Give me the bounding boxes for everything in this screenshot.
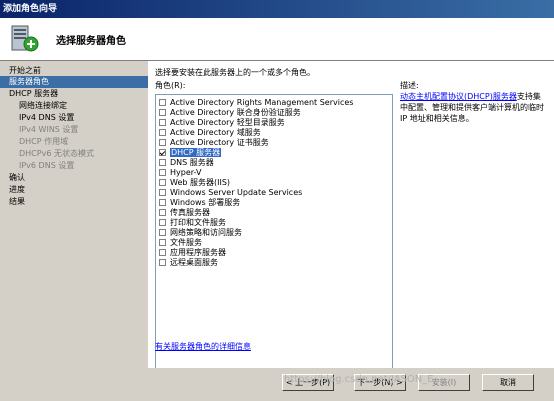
role-item[interactable]: 文件服务 bbox=[159, 238, 202, 248]
role-checkbox[interactable] bbox=[159, 209, 166, 216]
role-item[interactable]: Active Directory Rights Management Servi… bbox=[159, 98, 353, 108]
nav-step-server-roles[interactable]: 服务器角色 bbox=[0, 76, 155, 88]
role-checkbox[interactable] bbox=[159, 129, 166, 136]
wizard-header: 选择服务器角色 bbox=[0, 18, 554, 61]
role-item[interactable]: Windows 部署服务 bbox=[159, 198, 240, 208]
more-info-link[interactable]: 有关服务器角色的详细信息 bbox=[155, 341, 251, 352]
main-content: 选择要安装在此服务器上的一个或多个角色。 角色(R): Active Direc… bbox=[148, 61, 554, 401]
nav-step-dhcp-scopes: DHCP 作用域 bbox=[19, 137, 69, 146]
page-title: 选择服务器角色 bbox=[56, 36, 126, 47]
instruction-text: 选择要安装在此服务器上的一个或多个角色。 bbox=[155, 68, 315, 77]
role-item[interactable]: 打印和文件服务 bbox=[159, 218, 226, 228]
role-item[interactable]: Active Directory 轻型目录服务 bbox=[159, 118, 285, 128]
role-checkbox-checked[interactable] bbox=[159, 149, 166, 156]
nav-step-confirmation[interactable]: 确认 bbox=[0, 172, 155, 184]
server-roles-icon bbox=[11, 25, 39, 52]
role-item[interactable]: Web 服务器(IIS) bbox=[159, 178, 230, 188]
role-item[interactable]: Active Directory 域服务 bbox=[159, 128, 261, 138]
wizard-steps-sidebar: 开始之前 服务器角色 DHCP 服务器 网络连接绑定 IPv4 DNS 设置 I… bbox=[0, 61, 155, 401]
role-checkbox[interactable] bbox=[159, 159, 166, 166]
role-checkbox[interactable] bbox=[159, 239, 166, 246]
nav-step-progress[interactable]: 进度 bbox=[0, 184, 155, 196]
role-item[interactable]: Active Directory 证书服务 bbox=[159, 138, 269, 148]
role-checkbox[interactable] bbox=[159, 249, 166, 256]
roles-label: 角色(R): bbox=[155, 81, 186, 90]
role-item[interactable]: Hyper-V bbox=[159, 168, 201, 178]
description-label: 描述: bbox=[400, 81, 419, 90]
role-checkbox[interactable] bbox=[159, 219, 166, 226]
window-title: 添加角色向导 bbox=[3, 4, 58, 14]
cancel-button[interactable]: 取消 bbox=[482, 374, 534, 391]
nav-step-dhcpv6-stateless: DHCPv6 无状态模式 bbox=[19, 149, 94, 158]
role-item[interactable]: 远程桌面服务 bbox=[159, 258, 218, 268]
role-item[interactable]: 网络策略和访问服务 bbox=[159, 228, 242, 238]
nav-step-ipv4-wins: IPv4 WINS 设置 bbox=[19, 125, 79, 134]
role-checkbox[interactable] bbox=[159, 119, 166, 126]
nav-step-network-bindings[interactable]: 网络连接绑定 bbox=[0, 100, 165, 112]
role-item[interactable]: 应用程序服务器 bbox=[159, 248, 226, 258]
role-item[interactable]: Windows Server Update Services bbox=[159, 188, 302, 198]
role-checkbox[interactable] bbox=[159, 259, 166, 266]
nav-step-results[interactable]: 结果 bbox=[0, 196, 155, 208]
nav-step-ipv6-dns: IPv6 DNS 设置 bbox=[19, 161, 75, 170]
role-checkbox[interactable] bbox=[159, 189, 166, 196]
role-checkbox[interactable] bbox=[159, 179, 166, 186]
role-item[interactable]: Active Directory 联合身份验证服务 bbox=[159, 108, 301, 118]
role-checkbox[interactable] bbox=[159, 199, 166, 206]
role-item[interactable]: DNS 服务器 bbox=[159, 158, 214, 168]
window-title-bar: 添加角色向导 bbox=[0, 0, 554, 18]
role-checkbox[interactable] bbox=[159, 229, 166, 236]
role-item-dhcp[interactable]: DHCP 服务器 bbox=[159, 148, 222, 158]
watermark: https://blog.csdn.net/JASON_E bbox=[284, 374, 434, 385]
role-checkbox[interactable] bbox=[159, 109, 166, 116]
nav-step-ipv4-dns[interactable]: IPv4 DNS 设置 bbox=[0, 112, 165, 124]
role-checkbox[interactable] bbox=[159, 99, 166, 106]
role-item[interactable]: 传真服务器 bbox=[159, 208, 210, 218]
nav-step-dhcp-server[interactable]: DHCP 服务器 bbox=[0, 88, 155, 100]
dhcp-description-link[interactable]: 动态主机配置协议(DHCP)服务器 bbox=[400, 92, 517, 101]
description-text: 动态主机配置协议(DHCP)服务器支持集中配置、管理和提供客户端计算机的临时 I… bbox=[400, 91, 548, 124]
role-checkbox[interactable] bbox=[159, 169, 166, 176]
role-checkbox[interactable] bbox=[159, 139, 166, 146]
